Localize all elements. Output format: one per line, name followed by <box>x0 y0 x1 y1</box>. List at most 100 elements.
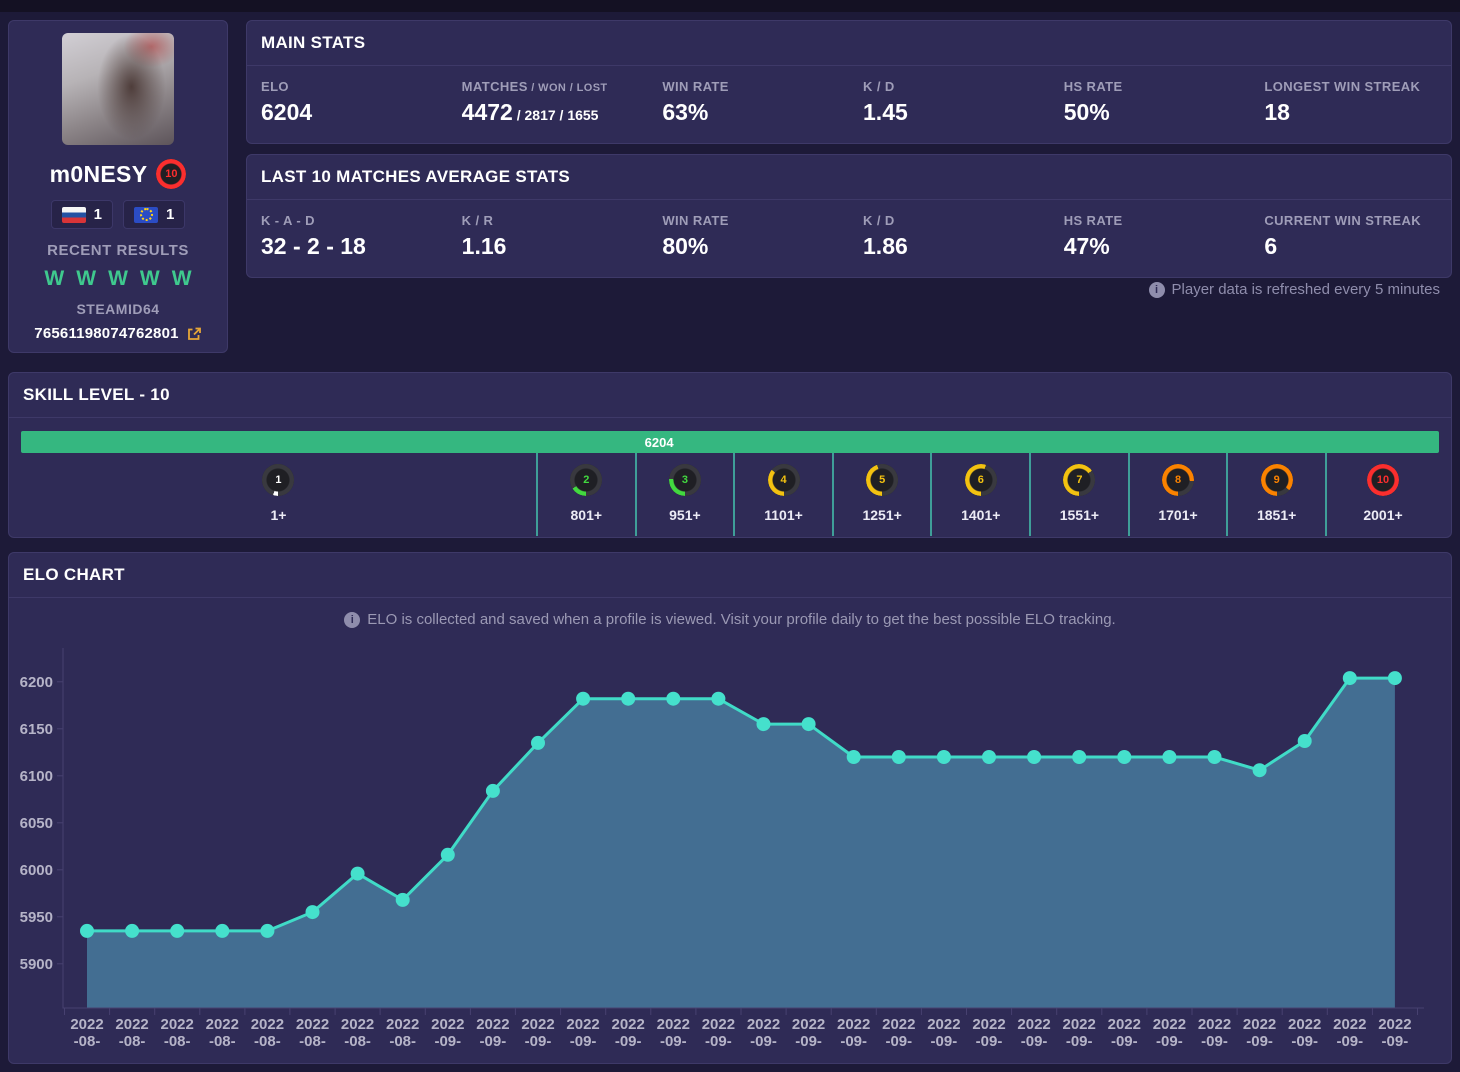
elo-chart-note: i ELO is collected and saved when a prof… <box>9 611 1451 628</box>
svg-text:2022-09-: 2022-09- <box>927 1016 960 1050</box>
elo-chart-title: ELO CHART <box>9 553 1451 598</box>
svg-text:2022-09-: 2022-09- <box>1198 1016 1231 1050</box>
stat-label: HS RATE <box>1064 213 1237 228</box>
skill-level-cell-2: 2 801+ <box>536 453 635 536</box>
flag-count: 1 <box>166 206 174 223</box>
skill-level-cell-3: 3951+ <box>635 453 734 536</box>
stat-label: MATCHES / WON / LOST <box>462 79 635 94</box>
stat-label: WIN RATE <box>662 79 835 94</box>
steamid-value[interactable]: 76561198074762801 <box>34 325 178 342</box>
skill-level-cell-1: 1 1+ <box>21 453 536 536</box>
skill-level-7-icon: 7 <box>1063 464 1095 496</box>
stat-label: LONGEST WIN STREAK <box>1264 79 1437 94</box>
skill-level-3-icon: 3 <box>669 464 701 496</box>
last10-stats-title: LAST 10 MATCHES AVERAGE STATS <box>247 155 1451 200</box>
svg-text:2022-09-: 2022-09- <box>837 1016 870 1050</box>
skill-level-cell-8: 8 1701+ <box>1128 453 1227 536</box>
skill-level-6-icon: 6 <box>965 464 997 496</box>
stat-value: 50% <box>1064 99 1237 126</box>
steamid-row: 76561198074762801 <box>34 325 201 342</box>
external-link-icon[interactable] <box>186 326 202 342</box>
top-strip <box>0 0 1460 12</box>
level-threshold: 1701+ <box>1158 507 1197 523</box>
svg-text:2022-08-: 2022-08- <box>251 1016 284 1050</box>
level-number: 3 <box>682 474 688 486</box>
level-threshold: 1851+ <box>1257 507 1296 523</box>
player-name: m0NESY <box>50 161 148 188</box>
stat-label: K / D <box>863 79 1036 94</box>
svg-text:2022-09-: 2022-09- <box>792 1016 825 1050</box>
skill-levels-row: 11+2801+3951+41101+51251+61401+71551+817… <box>21 453 1439 536</box>
skill-level-9-icon: 9 <box>1261 464 1293 496</box>
skill-level-cell-5: 51251+ <box>832 453 931 536</box>
refresh-note: i Player data is refreshed every 5 minut… <box>1149 281 1440 298</box>
skill-progress-bar: 6204 <box>21 431 1439 453</box>
svg-text:2022-09-: 2022-09- <box>521 1016 554 1050</box>
player-avatar <box>62 33 174 145</box>
flag-eu: 1 <box>123 200 185 229</box>
skill-level-1-icon: 1 <box>262 464 294 496</box>
stat-matches: MATCHES / WON / LOST4472 / 2817 / 1655 <box>448 75 649 130</box>
level-number: 2 <box>583 474 589 486</box>
skill-level-4-icon: 4 <box>768 464 800 496</box>
stat-value: 1.86 <box>863 233 1036 260</box>
level-number: 6 <box>978 474 984 486</box>
stat-label: K / R <box>462 213 635 228</box>
refresh-note-text: Player data is refreshed every 5 minutes <box>1172 281 1440 298</box>
svg-text:2022-09-: 2022-09- <box>882 1016 915 1050</box>
flag-russia: 1 <box>51 200 113 229</box>
player-level-badge: 10 <box>156 159 186 189</box>
stat-value: 1.45 <box>863 99 1036 126</box>
result-win: W <box>44 267 64 291</box>
last10-stats-row: K - A - D32 - 2 - 18K / R1.16WIN RATE80%… <box>247 200 1451 264</box>
stat-label: K - A - D <box>261 213 434 228</box>
info-icon: i <box>344 612 360 628</box>
skill-progress-value: 6204 <box>645 435 674 450</box>
svg-text:2022-09-: 2022-09- <box>1063 1016 1096 1050</box>
result-win: W <box>76 267 96 291</box>
level-threshold: 1+ <box>271 507 287 523</box>
stat-value: 1.16 <box>462 233 635 260</box>
stat-current-win-streak: CURRENT WIN STREAK6 <box>1250 209 1451 264</box>
elo-chart-note-text: ELO is collected and saved when a profil… <box>367 611 1115 628</box>
stat-label-small: / WON / LOST <box>528 82 608 94</box>
svg-text:2022-09-: 2022-09- <box>431 1016 464 1050</box>
level-threshold: 1401+ <box>961 507 1000 523</box>
level-threshold: 801+ <box>571 507 603 523</box>
level-number: 7 <box>1076 474 1082 486</box>
skill-level-cell-10: 102001+ <box>1325 453 1439 536</box>
player-name-row: m0NESY 10 <box>50 159 187 189</box>
stat-label: HS RATE <box>1064 79 1237 94</box>
stat-win-rate: WIN RATE80% <box>648 209 849 264</box>
level-number: 8 <box>1175 474 1181 486</box>
main-stats-title: MAIN STATS <box>247 21 1451 66</box>
level-threshold: 2001+ <box>1363 507 1402 523</box>
svg-text:6200: 6200 <box>20 674 53 691</box>
svg-text:2022-09-: 2022-09- <box>972 1016 1005 1050</box>
svg-text:6000: 6000 <box>20 862 53 879</box>
result-win: W <box>172 267 192 291</box>
svg-text:2022-09-: 2022-09- <box>1333 1016 1366 1050</box>
result-win: W <box>140 267 160 291</box>
recent-results-label: RECENT RESULTS <box>47 242 189 259</box>
svg-text:6100: 6100 <box>20 768 53 785</box>
svg-text:2022-08-: 2022-08- <box>70 1016 103 1050</box>
stat-hs-rate: HS RATE 47% <box>1050 209 1251 264</box>
svg-text:2022-08-: 2022-08- <box>161 1016 194 1050</box>
level-threshold: 1551+ <box>1060 507 1099 523</box>
recent-results-row: WWWWW <box>44 267 191 291</box>
skill-level-cell-7: 7 1551+ <box>1029 453 1128 536</box>
svg-text:2022-09-: 2022-09- <box>1378 1016 1411 1050</box>
last10-stats-panel: LAST 10 MATCHES AVERAGE STATS K - A - D3… <box>246 154 1452 278</box>
stat-label: CURRENT WIN STREAK <box>1264 213 1437 228</box>
flags-row: 11 <box>51 200 186 229</box>
svg-text:2022-09-: 2022-09- <box>1243 1016 1276 1050</box>
level-number: 5 <box>879 474 885 486</box>
stat-value: 47% <box>1064 233 1237 260</box>
eu-flag-icon <box>134 207 158 223</box>
main-stats-row: ELO6204MATCHES / WON / LOST4472 / 2817 /… <box>247 66 1451 130</box>
stat-value: 63% <box>662 99 835 126</box>
stat-elo: ELO6204 <box>247 75 448 130</box>
stat-k-r: K / R 1.16 <box>448 209 649 264</box>
elo-chart-svg: 59005950600060506100615062002022-08-2022… <box>12 640 1448 1054</box>
